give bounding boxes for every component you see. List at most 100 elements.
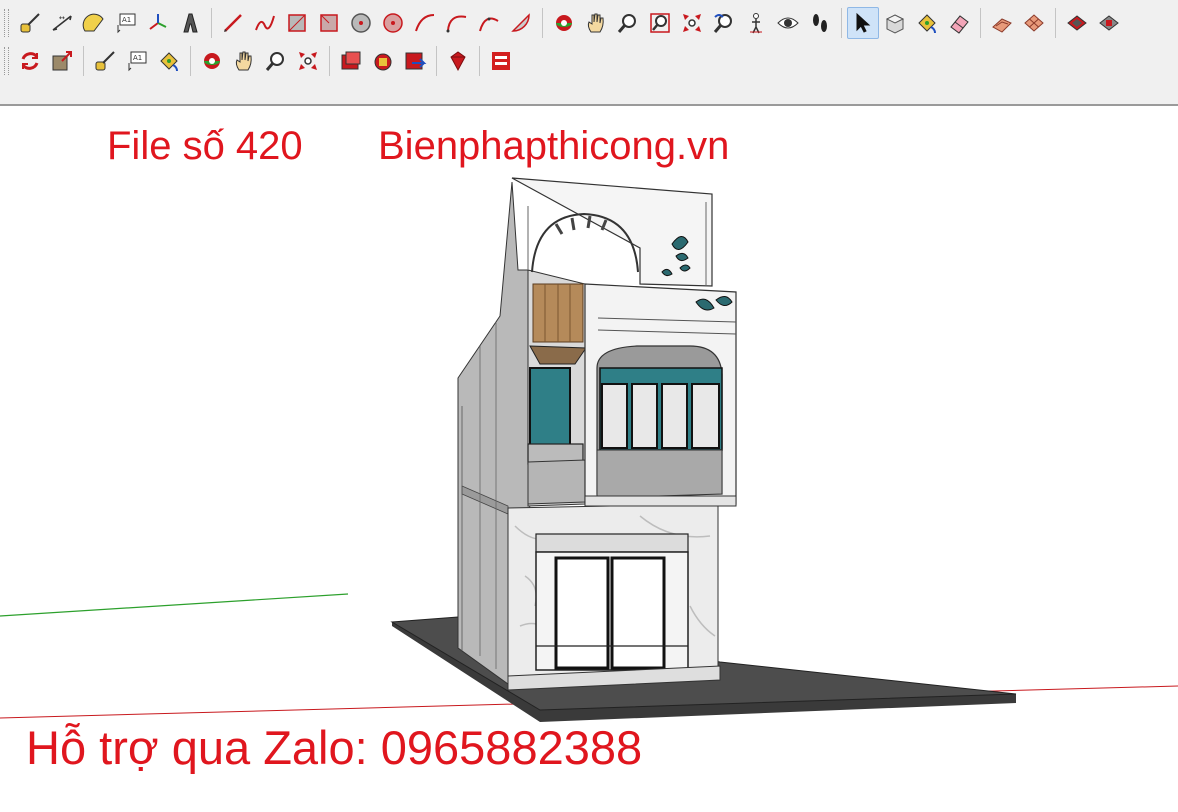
zoom-window-icon (650, 13, 670, 33)
eraser-button[interactable] (943, 7, 975, 39)
toolbar-separator (1055, 8, 1056, 38)
text-icon: A1 (128, 51, 147, 72)
polygon-button[interactable] (377, 7, 409, 39)
pan-button[interactable] (228, 45, 260, 77)
rectangle-button[interactable] (281, 7, 313, 39)
2-point-arc-button[interactable] (441, 7, 473, 39)
paint-bucket-icon (918, 14, 936, 34)
circle-icon (351, 13, 371, 33)
toolbar-separator (436, 46, 437, 76)
roof-parapet (511, 177, 713, 287)
select-icon (856, 12, 871, 33)
text-icon: A1 (117, 13, 136, 34)
share-component-icon (374, 53, 392, 71)
pan-icon (235, 51, 252, 71)
zoom-icon (265, 52, 284, 71)
share-component-button[interactable] (367, 45, 399, 77)
rotated-rectangle-button[interactable] (313, 7, 345, 39)
position-camera-button[interactable] (740, 7, 772, 39)
3-point-arc-button[interactable] (473, 7, 505, 39)
arc-button[interactable] (409, 7, 441, 39)
zoom-extents-icon (683, 14, 701, 32)
freehand-button[interactable] (249, 7, 281, 39)
share-model-icon (405, 52, 427, 70)
rotate-button[interactable] (14, 45, 46, 77)
file-number-label: File số 420 (107, 124, 303, 168)
make-component-icon (885, 14, 905, 34)
toolbar-row-1: ↔ A1 (0, 4, 1125, 42)
extension-warehouse-button[interactable] (1093, 7, 1125, 39)
svg-text:A1: A1 (122, 16, 131, 24)
layout-button[interactable] (485, 45, 517, 77)
toolbar-separator (329, 46, 330, 76)
toolbar-separator (190, 46, 191, 76)
balcony-left (527, 269, 587, 507)
axes-button[interactable] (142, 7, 174, 39)
2-point-arc-icon (446, 15, 467, 33)
orbit-button[interactable] (196, 45, 228, 77)
zoom-button[interactable] (260, 45, 292, 77)
dimension-button[interactable]: ↔ (46, 7, 78, 39)
3d-warehouse-icon (1067, 15, 1087, 31)
ground-floor-facade (507, 503, 721, 691)
zoom-extents-button[interactable] (676, 7, 708, 39)
pie-icon (511, 13, 530, 32)
house-model[interactable] (0, 106, 1178, 812)
look-around-button[interactable] (772, 7, 804, 39)
green-axis-line (0, 593, 349, 617)
toolbar-separator (980, 8, 981, 38)
toolbar-grip[interactable] (4, 9, 9, 37)
paint-bucket-button[interactable] (911, 7, 943, 39)
toolbar-grip[interactable] (4, 47, 9, 75)
orbit-icon (204, 53, 220, 69)
zoom-extents-button[interactable] (292, 45, 324, 77)
position-camera-icon (750, 13, 762, 34)
3-point-arc-icon (479, 17, 499, 32)
previous-view-button[interactable] (708, 7, 740, 39)
svg-text:A1: A1 (133, 54, 142, 62)
walk-icon (813, 14, 827, 32)
paint-bucket-icon (160, 52, 178, 72)
toolbar-separator (83, 46, 84, 76)
extension-warehouse-icon (1099, 15, 1119, 31)
ruby-console-button[interactable] (442, 45, 474, 77)
axes-icon (149, 14, 167, 30)
rotate-icon (21, 52, 39, 70)
eraser-icon (950, 15, 969, 34)
walk-button[interactable] (804, 7, 836, 39)
3d-warehouse-button[interactable] (1061, 7, 1093, 39)
pan-button[interactable] (580, 7, 612, 39)
protractor-button[interactable] (78, 7, 110, 39)
tape-measure-icon (95, 51, 115, 71)
circle-button[interactable] (345, 7, 377, 39)
get-models-icon (341, 51, 361, 70)
scale-button[interactable] (46, 45, 78, 77)
toolbar-separator (479, 46, 480, 76)
get-models-button[interactable] (335, 45, 367, 77)
website-label: Bienphapthicong.vn (378, 124, 730, 168)
share-model-button[interactable] (399, 45, 431, 77)
select-button[interactable] (847, 7, 879, 39)
paint-bucket-button[interactable] (153, 45, 185, 77)
3d-text-icon (183, 13, 198, 33)
pan-icon (587, 13, 604, 33)
toolbar-separator (841, 8, 842, 38)
tape-measure-button[interactable] (89, 45, 121, 77)
orbit-button[interactable] (548, 7, 580, 39)
text-button[interactable]: A1 (110, 7, 142, 39)
tape-measure-button[interactable] (14, 7, 46, 39)
zalo-support-label: Hỗ trợ qua Zalo: 0965882388 (26, 721, 643, 774)
pencil-line-button[interactable] (217, 7, 249, 39)
3d-text-button[interactable] (174, 7, 206, 39)
sandbox-from-scratch-button[interactable] (1018, 7, 1050, 39)
zoom-button[interactable] (612, 7, 644, 39)
pie-button[interactable] (505, 7, 537, 39)
look-around-icon (777, 17, 799, 29)
arc-icon (415, 14, 435, 32)
make-component-button[interactable] (879, 7, 911, 39)
sandbox-from-contours-button[interactable] (986, 7, 1018, 39)
model-viewport[interactable]: File số 420 Bienphapthicong.vn Hỗ trợ qu… (0, 106, 1178, 812)
layout-icon (492, 52, 510, 70)
text-button[interactable]: A1 (121, 45, 153, 77)
zoom-window-button[interactable] (644, 7, 676, 39)
